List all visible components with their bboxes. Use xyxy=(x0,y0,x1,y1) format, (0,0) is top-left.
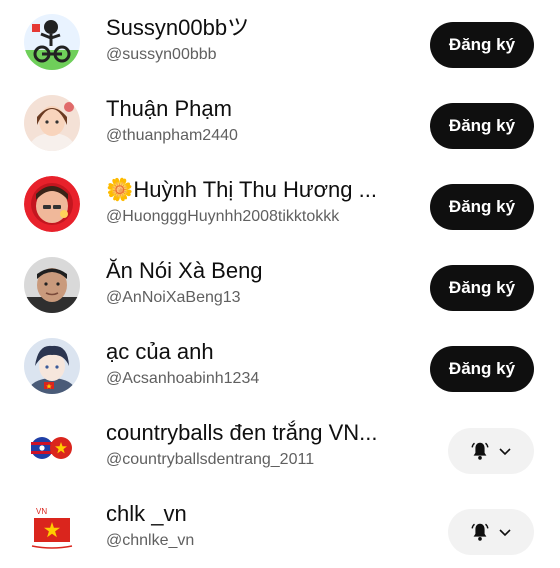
channel-handle: @countryballsdentrang_2011 xyxy=(106,451,315,468)
channel-row[interactable]: Thuận Phạm @thuanpham2440 Đăng ký xyxy=(0,83,560,163)
subscribe-button[interactable]: Đăng ký xyxy=(430,184,534,230)
subscribe-button[interactable]: Đăng ký xyxy=(430,265,534,311)
bell-icon xyxy=(471,523,489,541)
channel-row[interactable]: VN chlk _vn @chnlke_vn xyxy=(0,488,560,568)
channel-handle: @chnlke_vn xyxy=(106,532,195,549)
subscriptions-list: Sussyn00bbツ @sussyn00bbb Đăng ký Thuận P… xyxy=(0,0,560,560)
channel-avatar[interactable] xyxy=(24,419,80,475)
notifications-button[interactable] xyxy=(448,509,534,555)
subscribe-button[interactable]: Đăng ký xyxy=(430,346,534,392)
channel-avatar[interactable] xyxy=(24,14,80,70)
channel-avatar[interactable] xyxy=(24,338,80,394)
channel-row[interactable]: Sussyn00bbツ @sussyn00bbb Đăng ký xyxy=(0,2,560,82)
channel-row[interactable]: Ăn Nói Xà Beng @AnNoiXaBeng13 Đăng ký xyxy=(0,245,560,325)
bell-icon xyxy=(471,442,489,460)
channel-handle: @AnNoiXaBeng13 xyxy=(106,289,241,306)
channel-handle: @HuongggHuynhh2008tikktokkk xyxy=(106,208,340,225)
svg-text:VN: VN xyxy=(36,507,47,516)
chevron-down-icon xyxy=(499,448,511,456)
chevron-down-icon xyxy=(499,529,511,537)
channel-name[interactable]: Thuận Phạm xyxy=(106,95,416,123)
subscribe-button[interactable]: Đăng ký xyxy=(430,22,534,68)
channel-name[interactable]: ạc của anh xyxy=(106,338,416,366)
notifications-button[interactable] xyxy=(448,428,534,474)
subscribe-button[interactable]: Đăng ký xyxy=(430,103,534,149)
channel-avatar[interactable] xyxy=(24,176,80,232)
channel-name[interactable]: countryballs đen trắng VN... xyxy=(106,419,416,447)
channel-avatar[interactable]: VN xyxy=(24,500,80,556)
channel-row[interactable]: countryballs đen trắng VN... @countrybal… xyxy=(0,407,560,487)
channel-name[interactable]: Ăn Nói Xà Beng xyxy=(106,257,416,285)
channel-handle: @sussyn00bbb xyxy=(106,46,217,63)
channel-name[interactable]: 🌼Huỳnh Thị Thu Hương ... xyxy=(106,176,416,204)
channel-handle: @thuanpham2440 xyxy=(106,127,238,144)
channel-handle: @Acsanhoabinh1234 xyxy=(106,370,260,387)
channel-avatar[interactable] xyxy=(24,95,80,151)
channel-avatar[interactable] xyxy=(24,257,80,313)
channel-row[interactable]: ạc của anh @Acsanhoabinh1234 Đăng ký xyxy=(0,326,560,406)
channel-name[interactable]: chlk _vn xyxy=(106,500,416,528)
channel-name[interactable]: Sussyn00bbツ xyxy=(106,14,416,42)
channel-row[interactable]: 🌼Huỳnh Thị Thu Hương ... @HuongggHuynhh2… xyxy=(0,164,560,244)
